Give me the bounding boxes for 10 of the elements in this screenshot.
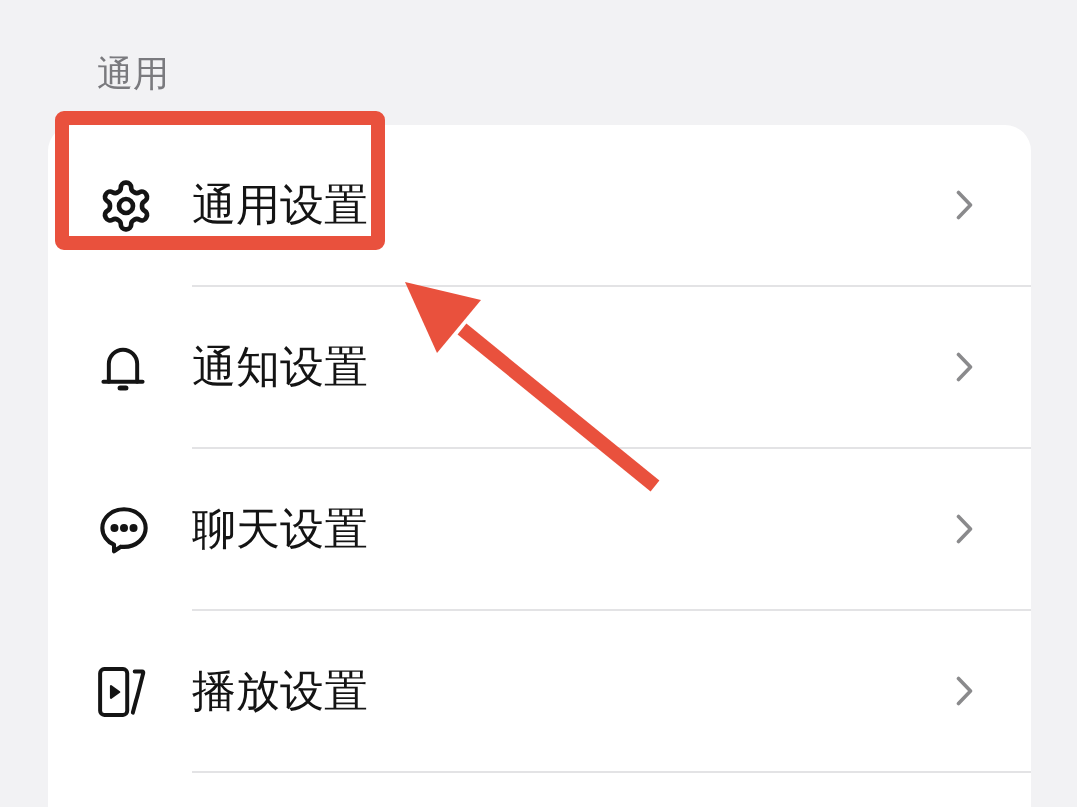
video-phone-icon xyxy=(98,667,146,717)
settings-item[interactable]: 聊天设置 xyxy=(48,449,1031,611)
settings-item[interactable]: 通用设置 xyxy=(48,125,1031,287)
settings-item[interactable]: 播放设置 xyxy=(48,611,1031,773)
chevron-right-icon xyxy=(956,676,973,706)
section-title: 通用 xyxy=(97,53,169,94)
chat-bubble-icon xyxy=(98,504,150,556)
chevron-right-icon xyxy=(956,190,973,220)
chevron-right-icon xyxy=(956,514,973,544)
chevron-right-icon xyxy=(956,352,973,382)
